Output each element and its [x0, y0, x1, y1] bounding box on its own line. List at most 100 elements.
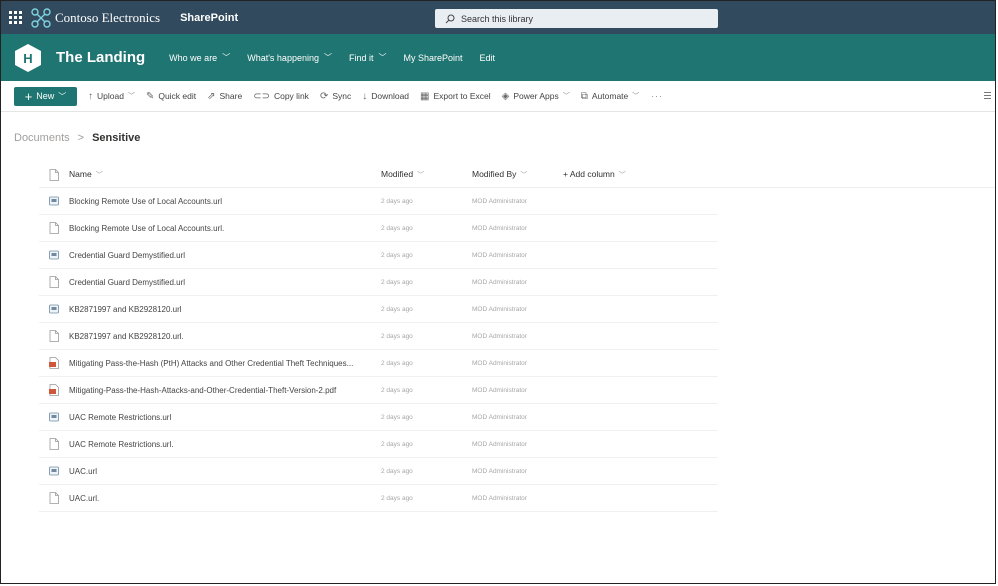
app-launcher-icon[interactable] — [5, 8, 25, 28]
table-row[interactable]: Blocking Remote Use of Local Accounts.ur… — [39, 215, 718, 242]
table-row[interactable]: UAC Remote Restrictions.url. 2 days ago MO… — [39, 431, 718, 458]
chevron-down-icon: ﹀ — [378, 53, 387, 62]
modified-by-cell[interactable]: MOD Administrator — [472, 198, 563, 205]
modified-by-cell[interactable]: MOD Administrator — [472, 441, 563, 448]
document-list: Name ﹀ Modified ﹀ Modified By ﹀ + Add colum… — [39, 162, 995, 512]
table-row[interactable]: KB2871997 and KB2928120.url 2 days ago MOD… — [39, 296, 718, 323]
nav-edit[interactable]: Edit — [480, 53, 496, 63]
copy-link-button[interactable]: ⊂⊃ Copy link — [253, 91, 309, 102]
sync-button[interactable]: ⟳ Sync — [320, 91, 351, 102]
more-commands-icon[interactable]: ··· — [651, 91, 663, 101]
modified-by-cell[interactable]: MOD Administrator — [472, 279, 563, 286]
upload-label: Upload — [97, 91, 124, 101]
table-row[interactable]: Mitigating Pass-the-Hash (PtH) Attacks a… — [39, 350, 718, 377]
breadcrumb-documents[interactable]: Documents — [14, 132, 70, 144]
file-name-link[interactable]: Mitigating-Pass-the-Hash-Attacks-and-Oth… — [69, 386, 381, 395]
modified-cell: 2 days ago — [381, 494, 413, 502]
table-row[interactable]: KB2871997 and KB2928120.url. 2 days ago MO… — [39, 323, 718, 350]
automate-button[interactable]: ⧉ Automate ﹀ — [581, 91, 640, 102]
modified-cell: 2 days ago — [381, 278, 413, 286]
chevron-down-icon: ﹀ — [562, 93, 570, 100]
link-file-icon — [39, 303, 69, 315]
nav-who-we-are[interactable]: Who we are ﹀ — [169, 52, 230, 63]
automate-icon: ⧉ — [580, 90, 588, 102]
modified-by-cell[interactable]: MOD Administrator — [472, 333, 563, 340]
modified-by-column-header[interactable]: Modified By ﹀ — [472, 169, 563, 180]
power-apps-button[interactable]: ◈ Power Apps ﹀ — [502, 91, 570, 102]
table-row[interactable]: Credential Guard Demystified.url 2 days a… — [39, 242, 718, 269]
upload-button[interactable]: ↑ Upload ﹀ — [88, 91, 135, 102]
power-apps-label: Power Apps — [513, 91, 559, 101]
table-row[interactable]: UAC Remote Restrictions.url 2 days ago MOD… — [39, 404, 718, 431]
table-row[interactable]: UAC.url. 2 days ago MOD Administrator — [39, 485, 718, 512]
modified-by-cell[interactable]: MOD Administrator — [472, 306, 563, 313]
sync-label: Sync — [332, 91, 352, 101]
modified-cell: 2 days ago — [381, 251, 413, 259]
brand-name[interactable]: Contoso Electronics — [55, 10, 160, 26]
file-name-link[interactable]: UAC Remote Restrictions.url. — [69, 440, 381, 449]
download-label: Download — [371, 91, 410, 101]
name-column-header[interactable]: Name ﹀ — [69, 169, 381, 180]
share-icon: ⇗ — [207, 90, 216, 102]
search-box[interactable]: Search this library — [435, 9, 718, 28]
file-type-icon — [49, 168, 59, 181]
modified-by-cell[interactable]: MOD Administrator — [472, 414, 563, 421]
file-name-link[interactable]: UAC Remote Restrictions.url — [69, 413, 381, 422]
file-name-link[interactable]: Blocking Remote Use of Local Accounts.ur… — [69, 197, 381, 206]
table-row[interactable]: UAC.url 2 days ago MOD Administrator — [39, 458, 718, 485]
export-to-excel-button[interactable]: ▦ Export to Excel — [420, 91, 491, 102]
powerapps-icon: ◈ — [501, 90, 510, 102]
site-title[interactable]: The Landing — [56, 49, 145, 66]
nav-label: My SharePoint — [403, 52, 463, 63]
modified-column-header[interactable]: Modified ﹀ — [381, 169, 472, 180]
upload-icon: ↑ — [88, 90, 93, 102]
excel-icon: ▦ — [420, 90, 430, 102]
app-name[interactable]: SharePoint — [180, 12, 238, 24]
file-name-link[interactable]: Mitigating Pass-the-Hash (PtH) Attacks a… — [69, 359, 381, 368]
modified-by-cell[interactable]: MOD Administrator — [472, 252, 563, 259]
new-button[interactable]: + New ﹀ — [14, 86, 77, 106]
modified-cell: 2 days ago — [381, 386, 413, 394]
modified-by-cell[interactable]: MOD Administrator — [472, 468, 563, 475]
link-icon: ⊂⊃ — [253, 90, 270, 102]
file-type-header[interactable] — [39, 168, 69, 181]
file-name-link[interactable]: Credential Guard Demystified.url — [69, 278, 381, 287]
file-name-link[interactable]: KB2871997 and KB2928120.url — [69, 305, 381, 314]
table-row[interactable]: Mitigating-Pass-the-Hash-Attacks-and-Oth… — [39, 377, 718, 404]
modified-by-cell[interactable]: MOD Administrator — [472, 387, 563, 394]
quick-edit-label: Quick edit — [158, 91, 197, 101]
breadcrumb: Documents > Sensitive — [14, 132, 140, 144]
modified-cell: 2 days ago — [381, 467, 413, 475]
chevron-down-icon: ﹀ — [58, 91, 67, 101]
quick-edit-button[interactable]: ✎ Quick edit — [146, 91, 196, 102]
download-button[interactable]: ↓ Download — [362, 91, 409, 102]
nav-whats-happening[interactable]: What's happening ﹀ — [247, 52, 332, 63]
nav-my-sharepoint[interactable]: My SharePoint — [404, 53, 463, 63]
share-button[interactable]: ⇗ Share — [207, 91, 242, 102]
view-options-icon[interactable] — [984, 92, 991, 101]
chevron-down-icon: ﹀ — [632, 93, 640, 100]
generic-file-icon — [39, 222, 69, 234]
chevron-down-icon: ﹀ — [222, 53, 231, 62]
site-logo-letter: H — [23, 51, 32, 66]
generic-file-icon — [39, 438, 69, 450]
modified-by-cell[interactable]: MOD Administrator — [472, 225, 563, 232]
file-name-link[interactable]: KB2871997 and KB2928120.url. — [69, 332, 381, 341]
pencil-icon: ✎ — [145, 90, 155, 102]
name-header-label: Name — [69, 169, 92, 179]
file-name-link[interactable]: UAC.url. — [69, 494, 381, 503]
file-name-link[interactable]: Blocking Remote Use of Local Accounts.ur… — [69, 224, 381, 233]
add-column-button[interactable]: + Add column ﹀ — [563, 169, 683, 180]
modified-by-cell[interactable]: MOD Administrator — [472, 495, 563, 502]
file-name-link[interactable]: UAC.url — [69, 467, 381, 476]
sync-icon: ⟳ — [319, 90, 329, 102]
download-icon: ↓ — [362, 90, 368, 102]
file-name-link[interactable]: Credential Guard Demystified.url — [69, 251, 381, 260]
modified-by-cell[interactable]: MOD Administrator — [472, 360, 563, 367]
site-logo[interactable]: H — [14, 43, 42, 73]
nav-find-it[interactable]: Find it ﹀ — [349, 52, 387, 63]
table-row[interactable]: Credential Guard Demystified.url 2 days a… — [39, 269, 718, 296]
table-row[interactable]: Blocking Remote Use of Local Accounts.ur… — [39, 188, 718, 215]
modified-cell: 2 days ago — [381, 305, 413, 313]
search-placeholder: Search this library — [461, 13, 534, 24]
